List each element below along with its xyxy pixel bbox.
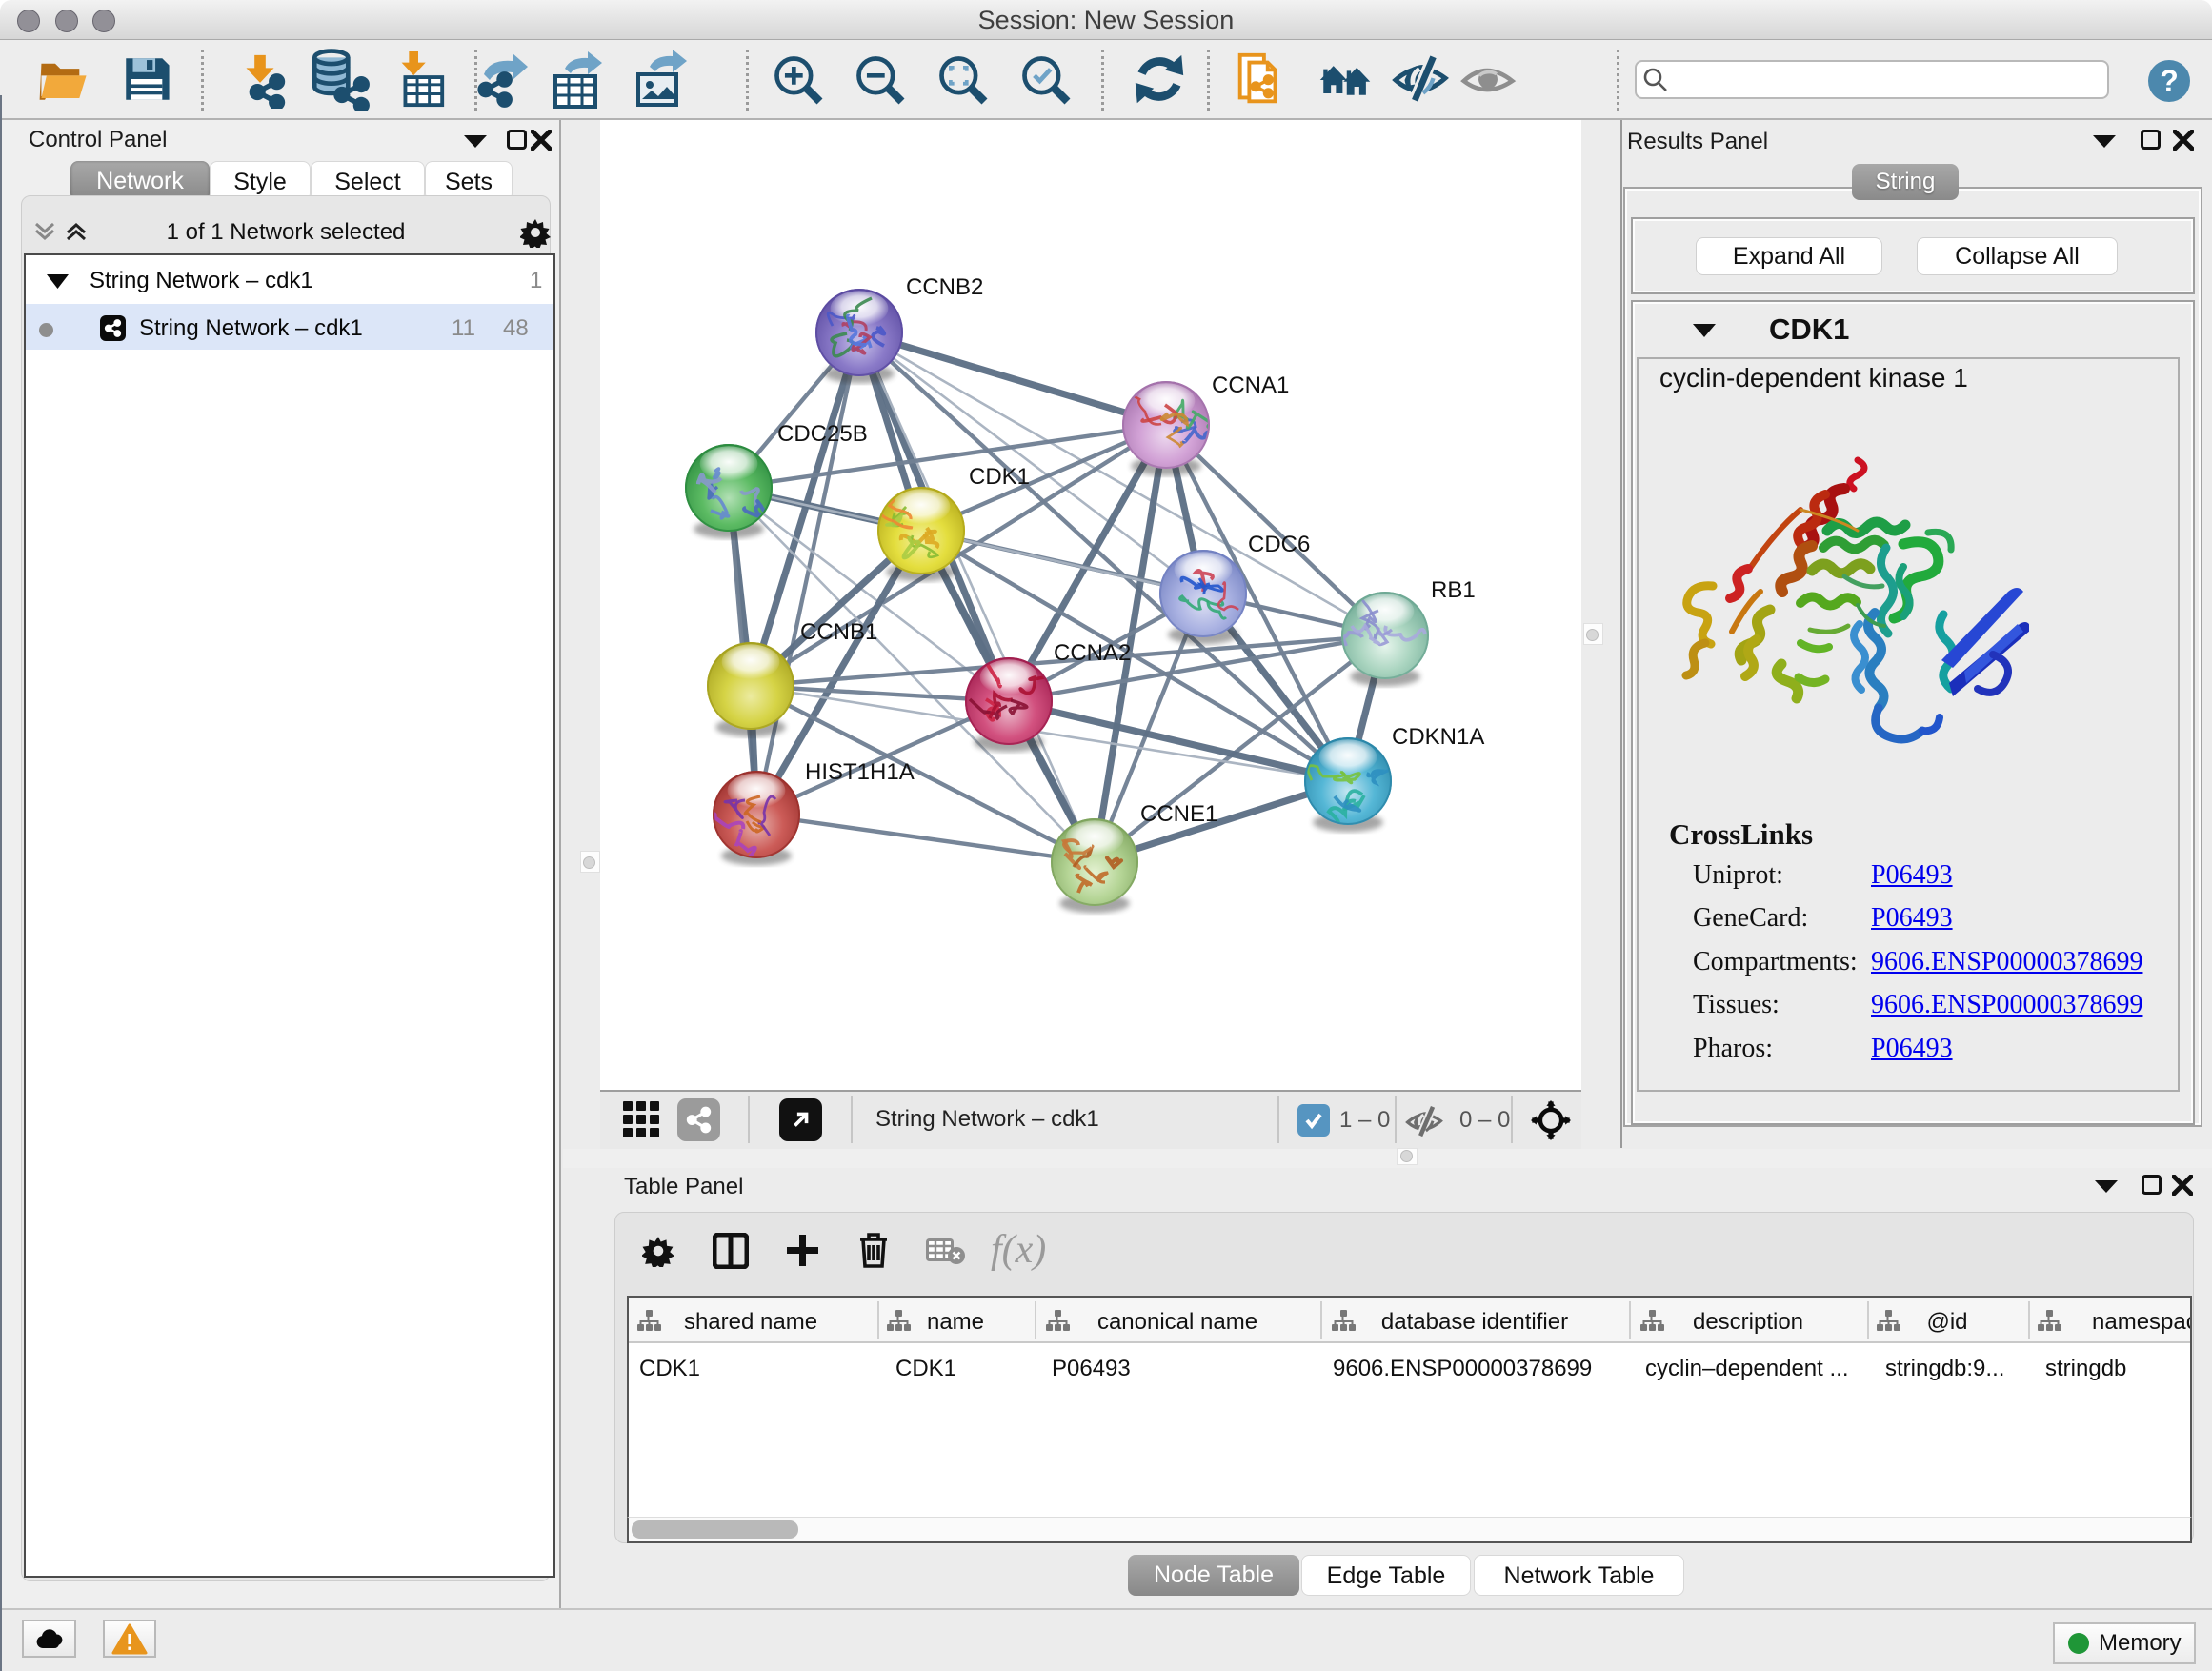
svg-text:CCNB2: CCNB2 — [906, 274, 983, 300]
svg-text:CCNE1: CCNE1 — [1140, 801, 1217, 827]
svg-text:CCNA1: CCNA1 — [1212, 372, 1289, 398]
svg-text:CDC6: CDC6 — [1248, 532, 1310, 557]
svg-text:CCNB1: CCNB1 — [800, 619, 877, 645]
svg-text:CDKN1A: CDKN1A — [1392, 724, 1484, 750]
svg-text:CDK1: CDK1 — [969, 464, 1030, 490]
svg-text:HIST1H1A: HIST1H1A — [805, 759, 915, 785]
svg-text:CCNA2: CCNA2 — [1054, 640, 1131, 666]
svg-text:CDC25B: CDC25B — [777, 421, 868, 447]
svg-text:RB1: RB1 — [1431, 577, 1476, 603]
